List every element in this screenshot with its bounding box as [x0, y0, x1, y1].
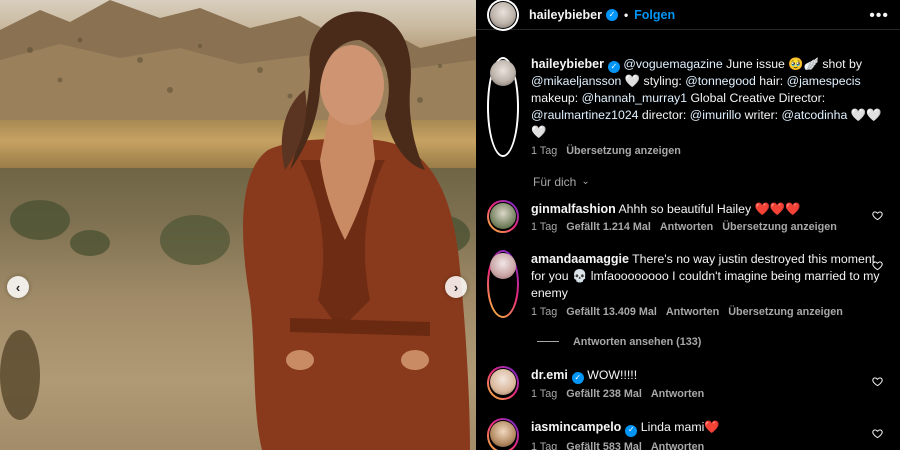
comment-item: dr.emi ✓ WOW!!!!! 1 Tag Gefällt 238 Mal A…: [487, 365, 889, 401]
heart-icon[interactable]: [872, 428, 883, 439]
comment-text: amandaamaggie There's no way justin dest…: [531, 251, 889, 301]
caption-text: haileybieber ✓ @voguemagazine June issue …: [531, 56, 889, 141]
next-image-button[interactable]: ›: [445, 276, 467, 298]
comment-meta: 1 Tag Gefällt 1.214 Mal Antworten Überse…: [531, 221, 889, 233]
likes-count[interactable]: Gefällt 13.409 Mal: [566, 306, 657, 318]
avatar: [490, 368, 516, 395]
mention-link[interactable]: @voguemagazine: [623, 57, 722, 71]
comment-text: dr.emi ✓ WOW!!!!!: [531, 367, 889, 385]
avatar: [490, 421, 516, 448]
reply-button[interactable]: Antworten: [666, 306, 719, 318]
avatar: [490, 60, 516, 86]
caption-fragment: director:: [638, 107, 690, 122]
verified-badge-icon: ✓: [607, 61, 620, 74]
caption-fragment: June issue 🥹🪽 shot by: [722, 57, 862, 71]
model-figure: [243, 11, 470, 450]
timestamp: 1 Tag: [531, 388, 558, 401]
replies-divider: [537, 341, 559, 343]
filter-label: Für dich: [533, 174, 577, 189]
mention-link[interactable]: @tonnegood: [685, 74, 756, 88]
likes-count[interactable]: Gefällt 238 Mal: [566, 388, 642, 400]
post-header: haileybieber ✓ • Folgen •••: [476, 0, 900, 31]
caption-username[interactable]: haileybieber: [531, 57, 604, 71]
view-replies-label: Antworten ansehen (133): [573, 335, 702, 348]
timestamp: 1 Tag: [531, 440, 558, 450]
commenter-username[interactable]: iasmincampelo: [531, 420, 621, 434]
comment-item: iasmincampelo ✓ Linda mami❤️ 1 Tag Gefäll…: [487, 418, 889, 450]
avatar: [490, 253, 516, 280]
caption-meta: 1 Tag Übersetzung anzeigen: [531, 145, 889, 157]
comment-text: iasmincampelo ✓ Linda mami❤️: [531, 419, 889, 437]
heart-icon[interactable]: [872, 210, 883, 221]
reply-button[interactable]: Antworten: [660, 221, 713, 233]
timestamp: 1 Tag: [531, 221, 558, 234]
heart-icon[interactable]: [872, 260, 883, 271]
caption-fragment: makeup:: [531, 91, 582, 106]
comment-text: ginmalfashion Ahhh so beautiful Hailey ❤…: [531, 201, 889, 218]
comment-meta: 1 Tag Gefällt 583 Mal Antworten: [531, 441, 889, 450]
caption: haileybieber ✓ @voguemagazine June issue …: [487, 57, 889, 157]
reply-button[interactable]: Antworten: [651, 441, 704, 450]
author-avatar[interactable]: [487, 0, 519, 31]
mention-link[interactable]: @mikaeljansson: [531, 74, 621, 88]
timestamp: 1 Tag: [531, 305, 558, 318]
chevron-down-icon: ⌄: [581, 176, 590, 188]
follow-button[interactable]: Folgen: [634, 8, 675, 22]
reply-button[interactable]: Antworten: [651, 388, 704, 400]
comment-item: ginmalfashion Ahhh so beautiful Hailey ❤…: [487, 199, 889, 234]
comment-body: Linda mami❤️: [640, 420, 720, 435]
heart-icon[interactable]: [872, 376, 883, 387]
more-options-icon[interactable]: •••: [869, 7, 889, 25]
commenter-avatar[interactable]: [487, 365, 519, 401]
author-username[interactable]: haileybieber: [529, 8, 602, 22]
avatar: [490, 202, 516, 229]
comment-body: Ahhh so beautiful Hailey ❤️❤️❤️: [618, 201, 801, 216]
commenter-avatar[interactable]: [487, 418, 519, 450]
caption-fragment: hair:: [755, 74, 787, 89]
commenter-username[interactable]: ginmalfashion: [531, 202, 616, 216]
comment-meta: 1 Tag Gefällt 13.409 Mal Antworten Übers…: [531, 306, 889, 318]
commenter-username[interactable]: dr.emi: [531, 368, 568, 382]
caption-fragment: 🤍 styling:: [621, 74, 686, 89]
mention-link[interactable]: @imurillo: [690, 108, 741, 122]
caption-fragment: writer:: [741, 107, 782, 122]
mention-link[interactable]: @jamespecis: [787, 74, 861, 88]
mention-link[interactable]: @atcodinha: [782, 108, 848, 122]
commenter-avatar[interactable]: [487, 250, 519, 318]
post-image[interactable]: ‹ ›: [0, 0, 476, 450]
timestamp: 1 Tag: [531, 144, 558, 157]
verified-badge-icon: ✓: [571, 372, 584, 385]
comment-filter-dropdown[interactable]: Für dich ⌄: [533, 175, 889, 189]
translate-button[interactable]: Übersetzung anzeigen: [722, 221, 837, 233]
comment-item: amandaamaggie There's no way justin dest…: [487, 250, 889, 318]
commenter-avatar[interactable]: [487, 199, 519, 234]
mention-link[interactable]: @hannah_murray1: [582, 91, 687, 105]
post-sidebar: haileybieber ✓ • Folgen ••• haileybieber…: [476, 0, 900, 450]
likes-count[interactable]: Gefällt 1.214 Mal: [566, 221, 651, 233]
view-replies-button[interactable]: Antworten ansehen (133): [537, 336, 889, 348]
commenter-username[interactable]: amandaamaggie: [531, 252, 629, 266]
verified-badge-icon: ✓: [605, 8, 618, 21]
caption-avatar[interactable]: [487, 57, 519, 157]
translate-button[interactable]: Übersetzung anzeigen: [566, 145, 681, 157]
previous-image-button[interactable]: ‹: [7, 276, 29, 298]
separator-dot: •: [623, 7, 629, 22]
comment-body: WOW!!!!!: [587, 367, 638, 382]
mention-link[interactable]: @raulmartinez1024: [531, 108, 639, 122]
caption-fragment: Global Creative Director:: [687, 91, 826, 106]
likes-count[interactable]: Gefällt 583 Mal: [566, 441, 642, 450]
comment-meta: 1 Tag Gefällt 238 Mal Antworten: [531, 388, 889, 400]
verified-badge-icon: ✓: [625, 424, 638, 437]
translate-button[interactable]: Übersetzung anzeigen: [728, 306, 843, 318]
comments-section: haileybieber ✓ @voguemagazine June issue …: [476, 57, 900, 450]
avatar: [490, 1, 516, 28]
